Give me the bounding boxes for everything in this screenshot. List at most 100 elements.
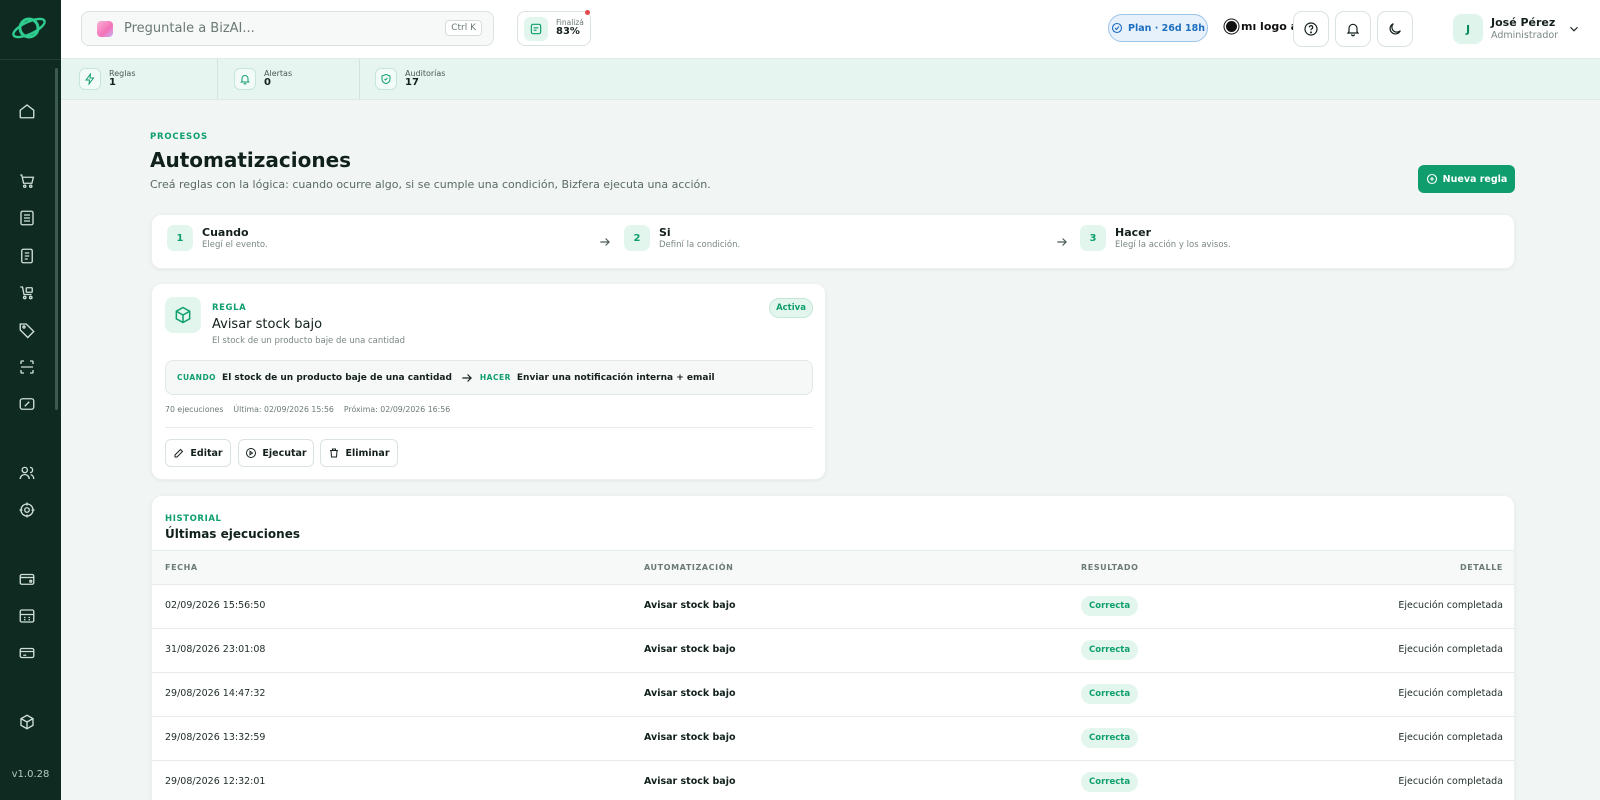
stats-bar: Reglas 1 Alertas 0 Auditorías 17 — [61, 59, 1600, 100]
executions-count: 70 ejecuciones — [165, 405, 224, 414]
page-eyebrow: PROCESOS — [150, 132, 208, 142]
tag-icon[interactable] — [16, 319, 38, 341]
step-number: 2 — [624, 225, 650, 251]
step-title: Hacer — [1115, 226, 1152, 240]
progress-value: 83% — [556, 26, 580, 38]
delivery-icon[interactable] — [16, 282, 38, 304]
document-icon[interactable] — [16, 245, 38, 267]
stat-divider — [359, 59, 360, 99]
target-icon[interactable] — [16, 499, 38, 521]
stat-value: 17 — [405, 76, 419, 88]
do-text: Enviar una notificación interna + email — [516, 372, 715, 383]
table-row[interactable]: 02/09/2026 15:56:50 Avisar stock bajo Co… — [152, 585, 1514, 629]
when-text: El stock de un producto baje de una cant… — [222, 372, 452, 383]
home-icon[interactable] — [16, 100, 38, 122]
notification-dot — [585, 10, 590, 15]
stat-audits[interactable]: Auditorías 17 — [375, 59, 445, 99]
result-badge: Correcta — [1081, 684, 1139, 704]
scan-icon[interactable] — [16, 356, 38, 378]
column-automation[interactable]: AUTOMATIZACIÓN — [644, 563, 733, 572]
cart-icon[interactable] — [16, 170, 38, 192]
table-row[interactable]: 29/08/2026 12:32:01 Avisar stock bajo Co… — [152, 761, 1514, 800]
credit-card-icon[interactable] — [16, 642, 38, 664]
row-detail: Ejecución completada — [1398, 600, 1503, 611]
when-tag: CUANDO — [177, 373, 217, 382]
new-rule-button[interactable]: Nueva regla — [1418, 165, 1515, 193]
bizai-icon — [97, 20, 113, 37]
stat-rules[interactable]: Reglas 1 — [79, 59, 136, 99]
plan-label: Plan · 26d 18h — [1128, 22, 1205, 34]
search-input[interactable]: Preguntale a BizAI... Ctrl K — [81, 11, 494, 46]
table-row[interactable]: 29/08/2026 13:32:59 Avisar stock bajo Co… — [152, 717, 1514, 761]
calculator-icon[interactable] — [16, 605, 38, 627]
chevron-down-icon[interactable] — [1567, 22, 1581, 36]
step-description: Elegí el evento. — [202, 239, 268, 250]
list-icon[interactable] — [16, 207, 38, 229]
arrow-right-icon — [462, 373, 472, 382]
trash-icon — [330, 448, 339, 458]
moon-icon — [1389, 23, 1401, 35]
stat-value: 0 — [264, 76, 271, 88]
result-badge: Correcta — [1081, 640, 1139, 660]
box-icon[interactable] — [16, 711, 38, 733]
result-badge: Correcta — [1081, 596, 1139, 616]
arrow-right-icon — [600, 238, 610, 246]
help-button[interactable] — [1293, 11, 1329, 47]
app-logo-icon[interactable] — [9, 10, 49, 46]
column-date[interactable]: FECHA — [165, 563, 198, 572]
next-run: Próxima: 02/09/2026 16:56 — [343, 405, 451, 414]
sidebar: v1.0.28 — [0, 0, 61, 800]
onboarding-progress[interactable]: Finalizá 83% — [517, 10, 591, 46]
do-tag: HACER — [479, 373, 511, 382]
rule-card: REGLA Avisar stock bajo El stock de un p… — [151, 283, 826, 480]
step-if[interactable]: 2 Si Definí la condición. — [624, 225, 740, 251]
history-panel: HISTORIAL Últimas ejecuciones FECHA AUTO… — [151, 495, 1515, 800]
theme-toggle[interactable] — [1377, 11, 1413, 47]
row-automation: Avisar stock bajo — [644, 732, 736, 743]
column-detail[interactable]: DETALLE — [1460, 563, 1503, 572]
row-automation: Avisar stock bajo — [644, 776, 736, 787]
column-result[interactable]: RESULTADO — [1081, 563, 1139, 572]
stat-value: 1 — [109, 76, 116, 88]
page-title: Automatizaciones — [150, 148, 352, 172]
history-title: Últimas ejecuciones — [165, 527, 300, 541]
rule-meta: 70 ejecuciones Última: 02/09/2026 15:56 … — [165, 405, 450, 414]
ticket-icon[interactable] — [16, 393, 38, 415]
table-row[interactable]: 29/08/2026 14:47:32 Avisar stock bajo Co… — [152, 673, 1514, 717]
checklist-icon — [524, 16, 548, 41]
row-date: 29/08/2026 13:32:59 — [165, 732, 266, 743]
bell-icon — [234, 68, 256, 90]
shield-check-icon — [375, 68, 397, 90]
pencil-icon — [174, 448, 184, 458]
table-header: FECHA AUTOMATIZACIÓN RESULTADO DETALLE — [152, 550, 1514, 585]
bolt-icon — [79, 68, 101, 90]
row-date: 31/08/2026 23:01:08 — [165, 644, 266, 655]
wallet-icon[interactable] — [16, 568, 38, 590]
check-circle-icon — [1111, 22, 1123, 34]
step-description: Elegí la acción y los avisos. — [1115, 239, 1231, 250]
delete-button[interactable]: Eliminar — [320, 439, 398, 467]
run-button[interactable]: Ejecutar — [238, 439, 314, 467]
row-automation: Avisar stock bajo — [644, 600, 736, 611]
rule-eyebrow: REGLA — [212, 303, 247, 313]
last-run: Última: 02/09/2026 15:56 — [233, 405, 334, 414]
users-icon[interactable] — [16, 462, 38, 484]
run-label: Ejecutar — [262, 447, 307, 459]
plan-badge[interactable]: Plan · 26d 18h — [1108, 14, 1208, 42]
bell-icon — [1346, 23, 1360, 37]
help-icon — [1304, 22, 1318, 36]
rule-flow: CUANDO El stock de un producto baje de u… — [165, 360, 813, 395]
stat-alerts[interactable]: Alertas 0 — [234, 59, 292, 99]
plus-circle-icon — [1426, 173, 1437, 185]
step-do[interactable]: 3 Hacer Elegí la acción y los avisos. — [1080, 225, 1231, 251]
sidebar-scrollbar[interactable] — [55, 68, 58, 410]
row-detail: Ejecución completada — [1398, 732, 1503, 743]
cube-icon — [165, 297, 201, 333]
step-when[interactable]: 1 Cuando Elegí el evento. — [167, 225, 268, 251]
row-detail: Ejecución completada — [1398, 776, 1503, 787]
edit-button[interactable]: Editar — [165, 439, 231, 467]
result-badge: Correcta — [1081, 772, 1139, 792]
table-row[interactable]: 31/08/2026 23:01:08 Avisar stock bajo Co… — [152, 629, 1514, 673]
notifications-button[interactable] — [1335, 11, 1371, 47]
app-version: v1.0.28 — [11, 769, 50, 780]
